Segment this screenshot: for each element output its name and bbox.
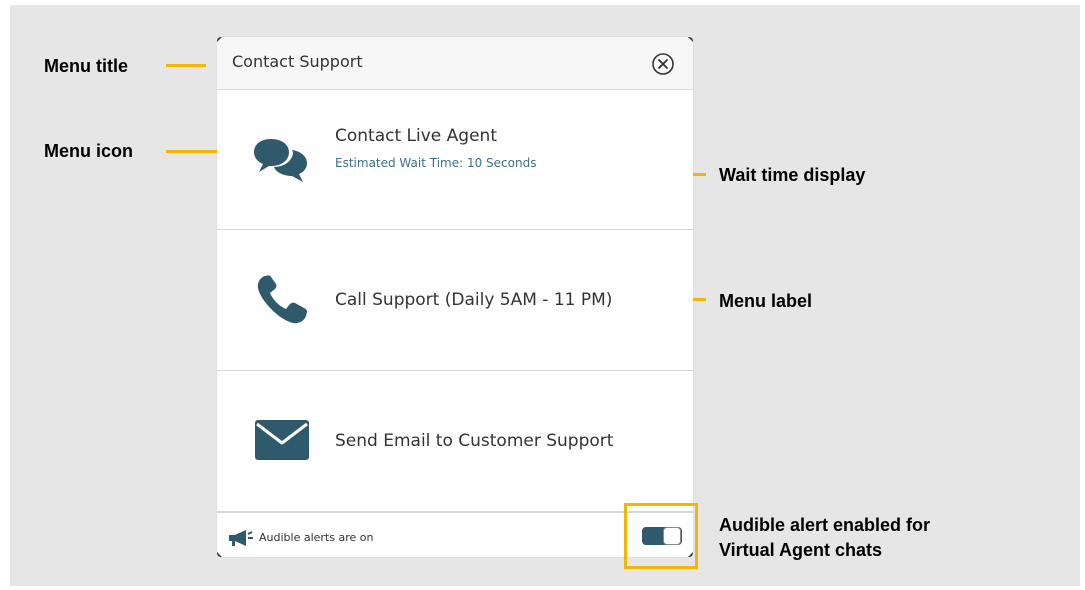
close-circle-icon: [652, 53, 674, 75]
panel-title: Contact Support: [232, 52, 363, 71]
wait-time-display: Estimated Wait Time: 10 Seconds: [335, 156, 537, 170]
menu-item-contact-live-agent[interactable]: Contact Live Agent Estimated Wait Time: …: [217, 90, 693, 230]
callout-audible-alert: Audible alert enabled for Virtual Agent …: [719, 513, 930, 563]
callout-menu-title: Menu title: [44, 56, 128, 76]
callout-line-menu-title: [166, 64, 206, 67]
chat-bubbles-icon: [252, 137, 310, 188]
panel-corner: [688, 37, 693, 42]
envelope-icon: [254, 419, 310, 466]
megaphone-icon: [228, 529, 254, 552]
menu-label-contact-live-agent: Contact Live Agent: [335, 126, 497, 146]
menu-item-call-support[interactable]: Call Support (Daily 5AM - 11 PM): [217, 230, 693, 371]
callout-wait-time-display: Wait time display: [719, 165, 866, 185]
callout-audible-alert-line2: Virtual Agent chats: [719, 540, 883, 560]
menu-item-send-email[interactable]: Send Email to Customer Support: [217, 371, 693, 512]
panel-footer: Audible alerts are on: [217, 512, 693, 557]
menu-label-send-email: Send Email to Customer Support: [335, 431, 614, 451]
callout-menu-label: Menu label: [719, 291, 813, 311]
contact-support-panel: Contact Support Contact Live Agent Estim…: [217, 37, 693, 557]
callout-audible-alert-line1: Audible alert enabled for: [719, 515, 931, 535]
callout-menu-icon: Menu icon: [44, 141, 133, 161]
close-button[interactable]: [651, 52, 675, 76]
phone-icon: [255, 274, 309, 331]
panel-corner: [217, 552, 222, 557]
panel-header: Contact Support: [217, 37, 693, 90]
menu-label-call-support: Call Support (Daily 5AM - 11 PM): [335, 290, 613, 310]
toggle-highlight-box: [624, 503, 698, 569]
audible-alerts-status: Audible alerts are on: [259, 531, 374, 544]
panel-corner: [217, 37, 222, 42]
